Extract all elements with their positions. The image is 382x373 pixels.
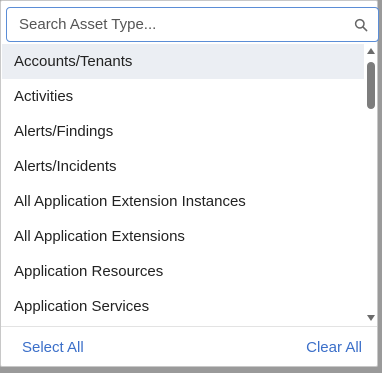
list-item[interactable]: Application Services <box>2 289 364 324</box>
scroll-up-arrow-icon[interactable] <box>367 48 375 54</box>
list-item[interactable]: Accounts/Tenants <box>2 44 364 79</box>
dropdown-footer: Select All Clear All <box>1 326 377 367</box>
list-item[interactable]: Activities <box>2 79 364 114</box>
asset-type-list: Accounts/Tenants Activities Alerts/Findi… <box>2 44 364 325</box>
search-box[interactable] <box>6 7 379 42</box>
list-item[interactable]: Alerts/Incidents <box>2 149 364 184</box>
list-item[interactable]: Alerts/Findings <box>2 114 364 149</box>
asset-type-dropdown-panel: Accounts/Tenants Activities Alerts/Findi… <box>0 0 379 367</box>
list-item[interactable]: Application Resources <box>2 254 364 289</box>
clear-all-button[interactable]: Clear All <box>306 339 362 356</box>
scroll-down-arrow-icon[interactable] <box>367 315 375 321</box>
list-item[interactable]: All Application Extension Instances <box>2 184 364 219</box>
select-all-button[interactable]: Select All <box>22 339 84 356</box>
scroll-thumb[interactable] <box>367 62 375 109</box>
list-scrollbar[interactable] <box>364 44 378 325</box>
search-input[interactable] <box>7 8 337 41</box>
list-item[interactable]: All Application Extensions <box>2 219 364 254</box>
search-icon[interactable] <box>354 18 368 32</box>
